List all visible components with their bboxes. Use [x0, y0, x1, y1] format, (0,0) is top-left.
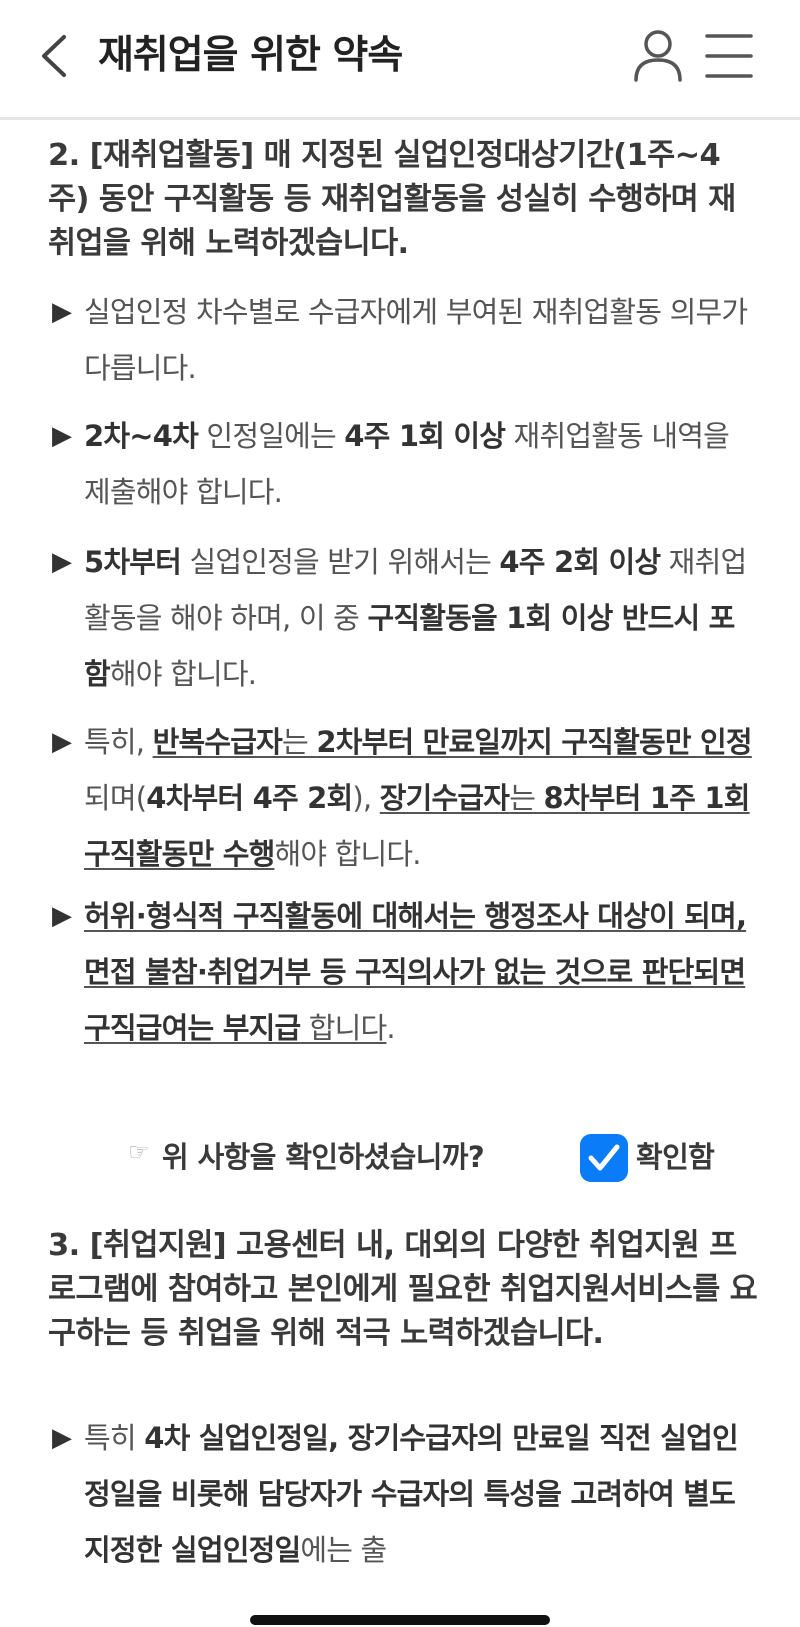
page-title: 재취업을 위한 약속	[98, 33, 403, 78]
list-item: ▶ 특히, 반복수급자는 2차부터 만료일까지 구직활동만 인정되며(4차부터 …	[52, 714, 760, 882]
list-item: ▶ 2차~4차 인정일에는 4주 1회 이상 재취업활동 내역을 제출해야 합니…	[52, 408, 760, 520]
home-indicator[interactable]	[250, 1615, 550, 1625]
bullet-text: 5차부터 실업인정을 받기 위해서는 4주 2회 이상 재취업활동을 해야 하며…	[84, 545, 747, 691]
bullet-text: 특히, 반복수급자는 2차부터 만료일까지 구직활동만 인정되며(4차부터 4주…	[84, 725, 753, 871]
user-button[interactable]	[632, 28, 684, 84]
chevron-left-icon	[42, 35, 66, 77]
section-3-title: 3. [취업지원] 고용센터 내, 대외의 다양한 취업지원 프로그램에 참여하…	[48, 1228, 758, 1351]
hamburger-menu-icon	[705, 34, 753, 78]
bullet-arrow-icon: ▶	[52, 1423, 72, 1453]
user-icon	[634, 30, 682, 82]
bullet-text: 2차~4차 인정일에는 4주 1회 이상 재취업활동 내역을 제출해야 합니다.	[84, 419, 730, 509]
bullet-text: 허위·형식적 구직활동에 대해서는 행정조사 대상이 되며, 면접 불참·취업거…	[84, 899, 747, 1045]
list-item: ▶ 특히 4차 실업인정일, 장기수급자의 만료일 직전 실업인정일을 비롯해 …	[52, 1410, 760, 1578]
app-header: 재취업을 위한 약속	[0, 0, 800, 120]
checkmark-icon	[588, 1144, 620, 1171]
confirm-question: 위 사항을 확인하셨습니까?	[162, 1140, 485, 1174]
bullet-arrow-icon: ▶	[52, 547, 72, 577]
confirm-row: ☞ 위 사항을 확인하셨습니까? 확인함	[0, 1128, 800, 1188]
bullet-arrow-icon: ▶	[52, 297, 72, 327]
confirm-checkbox[interactable]	[580, 1134, 628, 1182]
list-item: ▶ 허위·형식적 구직활동에 대해서는 행정조사 대상이 되며, 면접 불참·취…	[52, 888, 760, 1056]
section-2-title: 2. [재취업활동] 매 지정된 실업인정대상기간(1주~4주) 동안 구직활동…	[48, 138, 736, 261]
pointing-hand-icon: ☞	[128, 1138, 150, 1166]
bullet-arrow-icon: ▶	[52, 901, 72, 931]
confirm-label[interactable]: 확인함	[636, 1134, 715, 1176]
bullet-arrow-icon: ▶	[52, 421, 72, 451]
list-item: ▶ 5차부터 실업인정을 받기 위해서는 4주 2회 이상 재취업활동을 해야 …	[52, 534, 760, 702]
back-button[interactable]	[30, 28, 76, 84]
bullet-arrow-icon: ▶	[52, 727, 72, 757]
menu-button[interactable]	[704, 30, 754, 82]
bullet-text: 특히 4차 실업인정일, 장기수급자의 만료일 직전 실업인정일을 비롯해 담당…	[84, 1421, 739, 1567]
bullet-text: 실업인정 차수별로 수급자에게 부여된 재취업활동 의무가 다릅니다.	[84, 295, 748, 385]
list-item: ▶ 실업인정 차수별로 수급자에게 부여된 재취업활동 의무가 다릅니다.	[52, 284, 760, 396]
